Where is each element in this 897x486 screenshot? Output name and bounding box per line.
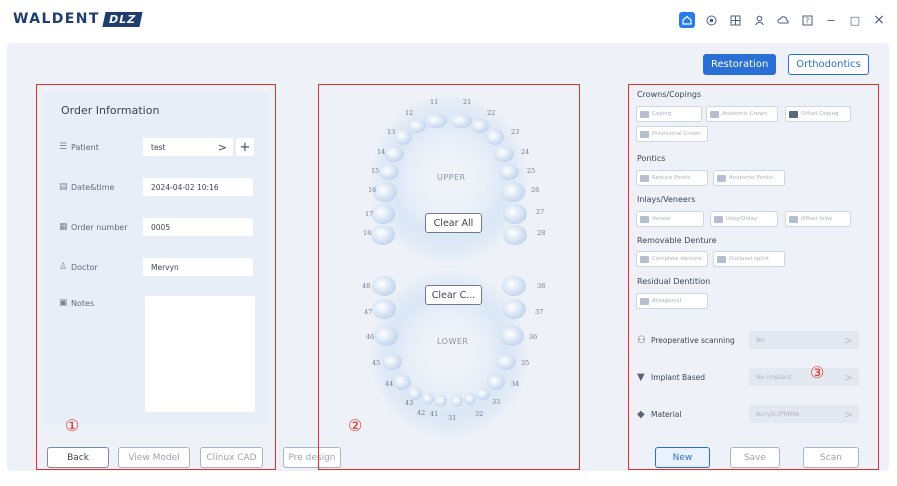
minimize-icon[interactable]: − bbox=[823, 12, 839, 28]
tab-orthodontics[interactable]: Orthodontics bbox=[788, 54, 869, 75]
svg-text:?: ? bbox=[805, 16, 809, 25]
logo: WALDENT DLZ bbox=[13, 11, 143, 27]
annotation-marker-2: ② bbox=[348, 416, 363, 435]
target-icon[interactable] bbox=[703, 12, 719, 28]
annotation-marker-3: ③ bbox=[810, 363, 825, 382]
grid-icon[interactable] bbox=[727, 12, 743, 28]
close-icon[interactable]: × bbox=[871, 12, 887, 28]
annotation-box-3 bbox=[628, 84, 879, 470]
annotation-marker-1: ① bbox=[65, 416, 80, 435]
help-icon[interactable]: ? bbox=[799, 12, 815, 28]
annotation-box-1 bbox=[36, 84, 276, 470]
annotation-box-2 bbox=[318, 84, 580, 470]
tab-restoration[interactable]: Restoration bbox=[703, 54, 777, 75]
title-bar: WALDENT DLZ ? − □ × bbox=[0, 0, 897, 40]
user-icon[interactable] bbox=[751, 12, 767, 28]
logo-badge: DLZ bbox=[102, 11, 143, 27]
logo-text: WALDENT bbox=[13, 11, 100, 27]
cloud-icon[interactable] bbox=[775, 12, 791, 28]
home-icon[interactable] bbox=[679, 12, 695, 28]
window-toolbar: ? − □ × bbox=[679, 12, 887, 28]
mode-tabs: Restoration Orthodontics bbox=[703, 54, 869, 75]
maximize-icon[interactable]: □ bbox=[847, 12, 863, 28]
